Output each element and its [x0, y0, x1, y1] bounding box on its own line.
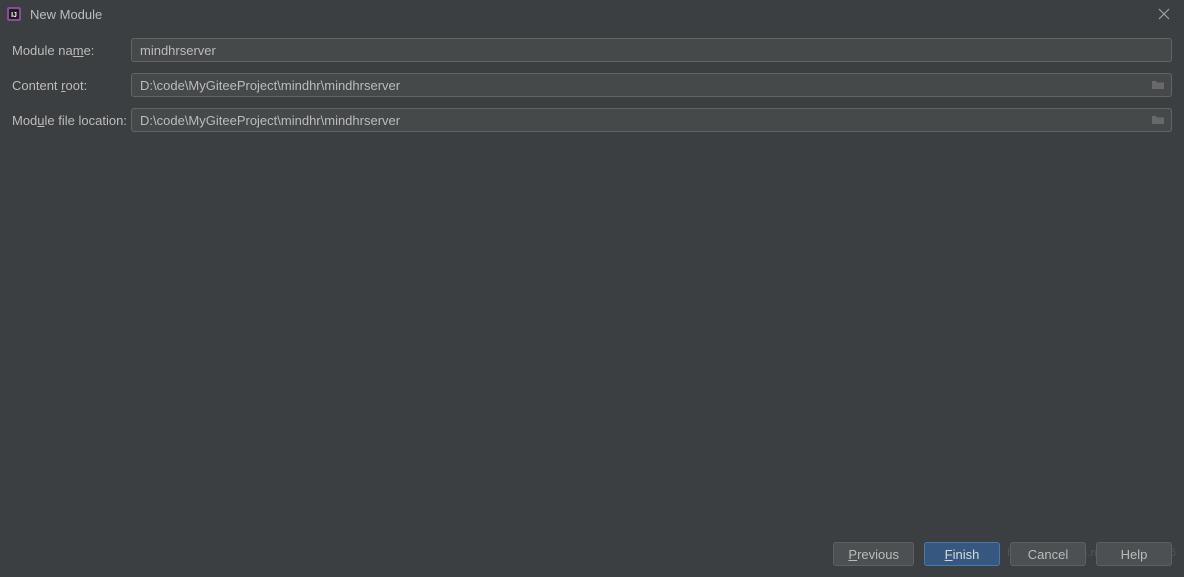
content-root-input[interactable] — [131, 73, 1172, 97]
app-icon: IJ — [6, 6, 22, 22]
module-file-location-input[interactable] — [131, 108, 1172, 132]
cancel-button[interactable]: Cancel — [1010, 542, 1086, 566]
previous-button[interactable]: Previous — [833, 542, 914, 566]
module-name-input-wrapper — [131, 38, 1172, 62]
module-name-row: Module name: — [12, 38, 1172, 62]
help-button[interactable]: Help — [1096, 542, 1172, 566]
content-root-input-wrapper — [131, 73, 1172, 97]
finish-button[interactable]: Finish — [924, 542, 1000, 566]
svg-text:IJ: IJ — [11, 12, 17, 19]
module-file-location-input-wrapper — [131, 108, 1172, 132]
titlebar: IJ New Module — [0, 0, 1184, 28]
content-root-browse-button[interactable] — [1150, 77, 1166, 93]
module-file-location-label: Module file location: — [12, 113, 131, 128]
window-title: New Module — [30, 7, 1152, 22]
content-root-label: Content root: — [12, 78, 131, 93]
close-icon — [1158, 8, 1170, 20]
module-file-location-browse-button[interactable] — [1150, 112, 1166, 128]
button-bar: Previous Finish Cancel Help — [833, 542, 1172, 566]
folder-icon — [1151, 79, 1165, 91]
module-file-location-row: Module file location: — [12, 108, 1172, 132]
content-root-row: Content root: — [12, 73, 1172, 97]
form-content: Module name: Content root: Module file l… — [0, 28, 1184, 153]
close-button[interactable] — [1152, 2, 1176, 26]
module-name-label: Module name: — [12, 43, 131, 58]
module-name-input[interactable] — [131, 38, 1172, 62]
folder-icon — [1151, 114, 1165, 126]
